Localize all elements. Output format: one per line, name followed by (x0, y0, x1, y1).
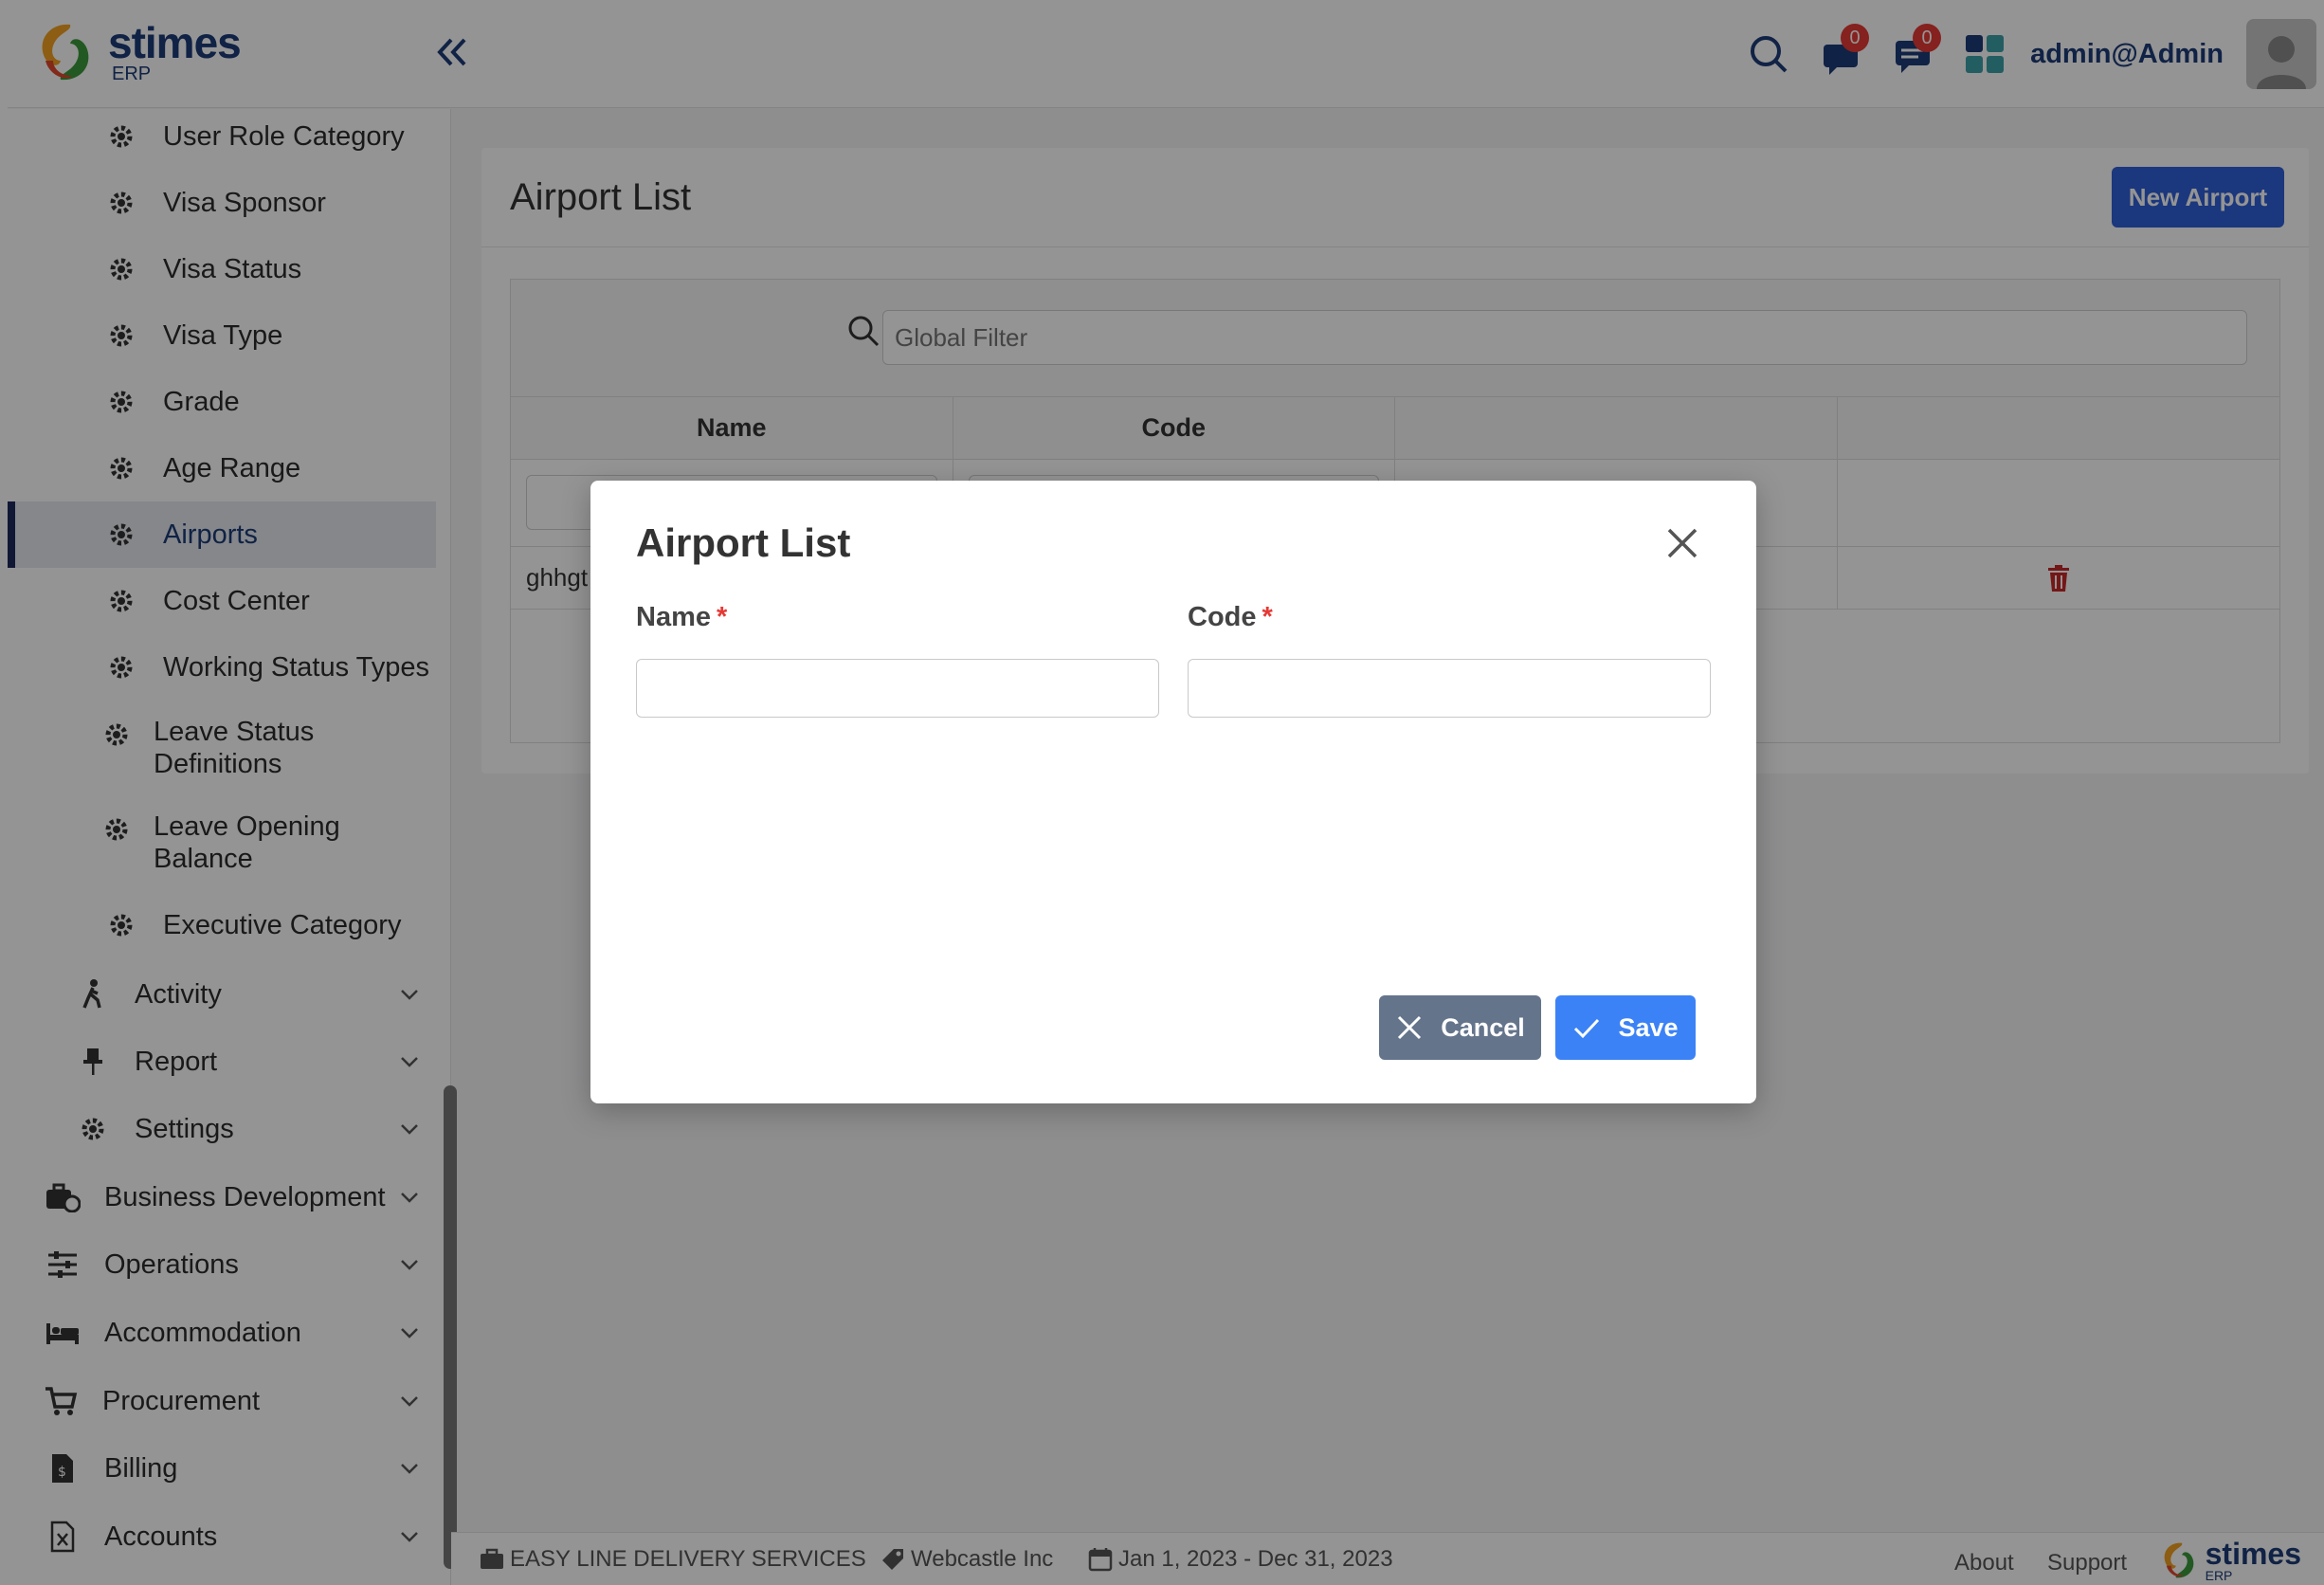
close-icon[interactable] (1661, 522, 1703, 564)
name-label-text: Name (636, 602, 711, 632)
required-marker: * (1262, 602, 1273, 632)
cancel-button[interactable]: Cancel (1379, 995, 1541, 1060)
close-icon (1398, 1015, 1422, 1040)
check-icon (1574, 1018, 1600, 1039)
code-field-label: Code * (1188, 602, 1273, 633)
required-marker: * (717, 602, 728, 632)
save-label: Save (1618, 1012, 1679, 1042)
code-input[interactable] (1188, 659, 1711, 718)
airport-dialog: Airport List Name * Code * Cancel Save (590, 481, 1756, 1103)
name-field-label: Name * (636, 602, 727, 633)
name-input[interactable] (636, 659, 1159, 718)
dialog-title: Airport List (636, 520, 851, 565)
code-label-text: Code (1188, 602, 1257, 632)
cancel-label: Cancel (1441, 1012, 1525, 1042)
save-button[interactable]: Save (1555, 995, 1696, 1060)
